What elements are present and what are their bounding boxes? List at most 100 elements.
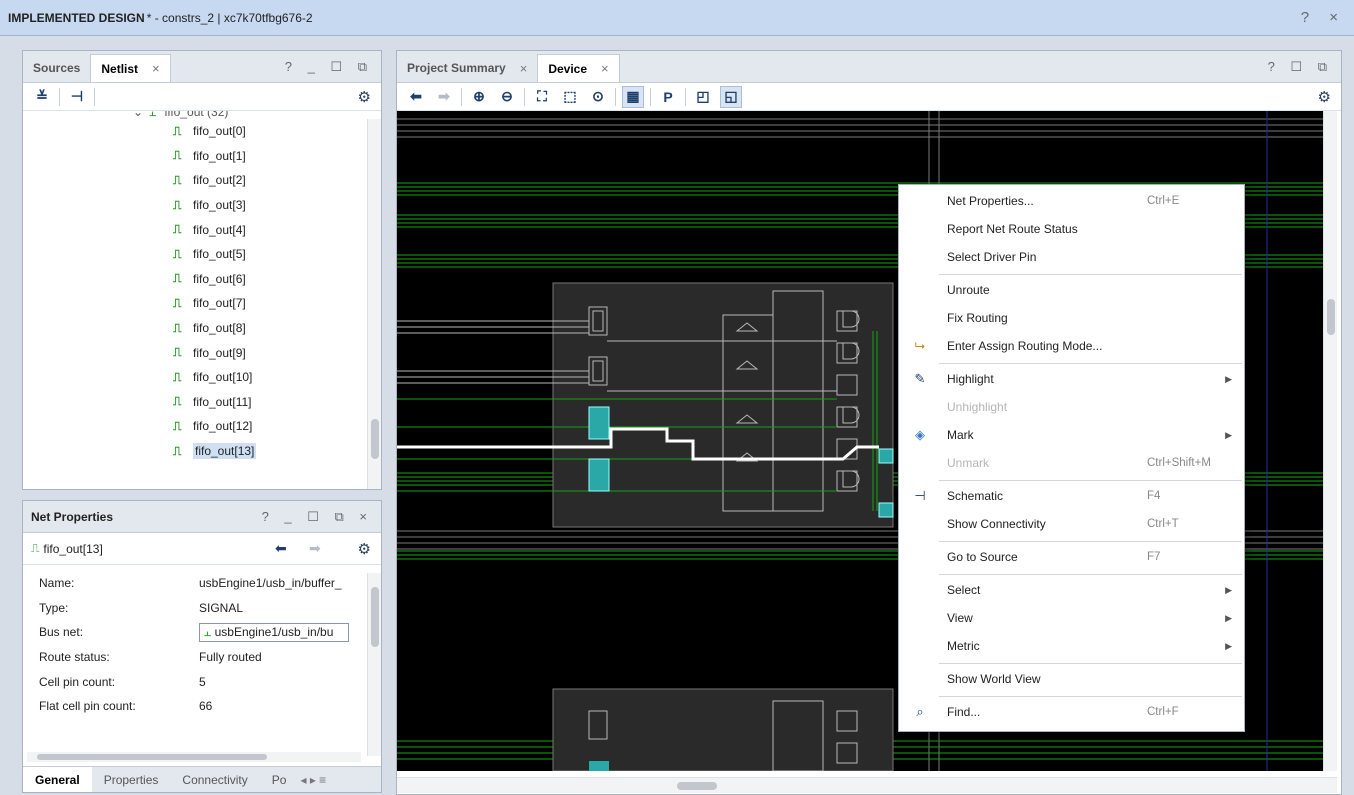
tab-general[interactable]: General: [23, 767, 92, 792]
tree-net-item[interactable]: ⎍ fifo_out[10]: [23, 365, 365, 390]
tab-device[interactable]: Device ×: [537, 54, 620, 82]
netlist-scrollbar[interactable]: [367, 119, 381, 489]
net-label: fifo_out[8]: [193, 321, 246, 336]
routing-resources-icon[interactable]: ▦: [622, 85, 644, 108]
canvas-vscroll[interactable]: [1323, 111, 1337, 771]
net-icon: ⎍: [173, 345, 182, 360]
menu-item[interactable]: Fix Routing: [899, 306, 1244, 330]
tree-net-item[interactable]: ⎍ fifo_out[1]: [23, 144, 365, 169]
zoom-out-icon[interactable]: ⊖: [496, 86, 518, 108]
tree-net-item[interactable]: ⎍ fifo_out[0]: [23, 119, 365, 144]
scroll-thumb[interactable]: [371, 587, 379, 647]
tab-more[interactable]: Po: [260, 767, 299, 792]
scroll-thumb[interactable]: [1327, 299, 1335, 335]
menu-item[interactable]: ✎ Highlight ▶: [899, 367, 1244, 391]
schematic-icon[interactable]: ⊣: [66, 86, 88, 108]
menu-item-label: Highlight: [947, 372, 994, 386]
tab-sources[interactable]: Sources: [23, 54, 90, 82]
tree-net-item[interactable]: ⎍ fifo_out[5]: [23, 242, 365, 267]
menu-item[interactable]: ◈ Mark ▶: [899, 423, 1244, 447]
tree-net-item[interactable]: ⎍ fifo_out[3]: [23, 193, 365, 218]
device-view-icon[interactable]: ◰: [692, 86, 714, 108]
menu-item[interactable]: Metric ▶: [899, 634, 1244, 658]
tab-properties[interactable]: Properties: [92, 767, 171, 792]
gear-icon[interactable]: ⚙: [358, 540, 371, 558]
canvas-hscroll[interactable]: [397, 777, 1337, 793]
net-label: fifo_out[12]: [193, 419, 253, 434]
back-arrow-icon[interactable]: ⬅: [405, 86, 427, 108]
menu-item[interactable]: Select Driver Pin: [899, 245, 1244, 269]
menu-item-label: Mark: [947, 428, 974, 442]
autofit-icon[interactable]: ⊙: [587, 86, 609, 108]
net-label: fifo_out[3]: [193, 198, 246, 213]
menu-item[interactable]: Report Net Route Status: [899, 217, 1244, 241]
zoom-area-icon[interactable]: ⬚: [559, 86, 581, 108]
scroll-thumb[interactable]: [677, 782, 717, 790]
scroll-thumb[interactable]: [371, 419, 379, 459]
select-area-icon[interactable]: ◱: [720, 85, 742, 108]
netlist-window-controls[interactable]: ? _ ☐ ⧉: [285, 59, 373, 75]
properties-window-controls[interactable]: ? _ ☐ ⧉ ×: [262, 509, 373, 525]
menu-item[interactable]: ⮡ Enter Assign Routing Mode...: [899, 334, 1244, 358]
menu-item[interactable]: Show World View: [899, 667, 1244, 691]
menu-item-label: Unhighlight: [947, 400, 1008, 414]
tree-net-item[interactable]: ⎍ fifo_out[13]: [23, 439, 365, 464]
tab-project-summary[interactable]: Project Summary ×: [397, 54, 537, 82]
properties-scrollbar[interactable]: [367, 573, 381, 756]
tree-bus-node[interactable]: ⌄ ⫠ fifo_out (32): [23, 111, 365, 119]
forward-arrow-icon[interactable]: ➡: [309, 540, 321, 557]
close-icon[interactable]: ×: [601, 61, 609, 76]
scroll-thumb[interactable]: [37, 754, 267, 760]
net-name: fifo_out[13]: [43, 541, 103, 556]
add-pblock-icon[interactable]: P: [657, 86, 679, 108]
netlist-tree: ⌄ ⫠ fifo_out (32) ⎍ fifo_out[0] ⎍ fifo_out[…: [23, 111, 365, 489]
tab-connectivity[interactable]: Connectivity: [170, 767, 259, 792]
menu-separator: [939, 574, 1242, 575]
menu-item[interactable]: Go to Source F7: [899, 545, 1244, 569]
tree-net-item[interactable]: ⎍ fifo_out[9]: [23, 340, 365, 365]
title-controls[interactable]: ? ×: [1301, 9, 1346, 26]
menu-item[interactable]: ⊣ Schematic F4: [899, 484, 1244, 508]
gear-icon[interactable]: ⚙: [358, 88, 371, 106]
back-arrow-icon[interactable]: ⬅: [275, 540, 287, 557]
zoom-fit-icon[interactable]: ⛶: [531, 86, 553, 108]
menu-item-label: Unmark: [947, 456, 990, 470]
menu-item[interactable]: Net Properties... Ctrl+E: [899, 189, 1244, 213]
tree-net-item[interactable]: ⎍ fifo_out[7]: [23, 291, 365, 316]
menu-item[interactable]: ⌕ Find... Ctrl+F: [899, 700, 1244, 724]
tree-net-item[interactable]: ⎍ fifo_out[2]: [23, 168, 365, 193]
tree-net-item[interactable]: ⎍ fifo_out[8]: [23, 316, 365, 341]
forward-arrow-icon[interactable]: ➡: [433, 86, 455, 108]
menu-item[interactable]: Select ▶: [899, 578, 1244, 602]
highlight-icon: ✎: [914, 371, 926, 386]
menu-item-shortcut: F7: [1147, 551, 1161, 563]
tab-scroll-arrows-icon[interactable]: ◂ ▸ ≡: [300, 773, 326, 787]
collapse-all-icon[interactable]: ≚: [31, 86, 53, 108]
close-icon[interactable]: ×: [152, 61, 160, 76]
zoom-in-icon[interactable]: ⊕: [468, 86, 490, 108]
property-row: Cell pin count: 5: [39, 674, 206, 689]
properties-hscroll[interactable]: [27, 752, 361, 762]
net-icon: ⎍: [173, 197, 182, 212]
close-icon[interactable]: ×: [520, 61, 528, 76]
menu-item[interactable]: View ▶: [899, 606, 1244, 630]
menu-item-label: Go to Source: [947, 550, 1018, 564]
tree-net-item[interactable]: ⎍ fifo_out[11]: [23, 390, 365, 415]
menu-item-shortcut: Ctrl+T: [1147, 518, 1179, 530]
gear-icon[interactable]: ⚙: [1318, 88, 1331, 106]
property-row: Flat cell pin count: 66: [39, 699, 213, 714]
tree-net-item[interactable]: ⎍ fifo_out[4]: [23, 217, 365, 242]
menu-item-label: Show Connectivity: [947, 517, 1046, 531]
device-window-controls[interactable]: ? ☐ ⧉: [1268, 59, 1333, 75]
menu-item[interactable]: Unroute: [899, 278, 1244, 302]
property-row: Type: SIGNAL: [39, 600, 244, 615]
bus-net-link[interactable]: ⫠ usbEngine1/usb_in/bu: [199, 622, 349, 642]
menu-item-shortcut: Ctrl+F: [1147, 706, 1179, 718]
submenu-arrow-icon: ▶: [1225, 640, 1232, 651]
menu-item[interactable]: Show Connectivity Ctrl+T: [899, 512, 1244, 536]
chevron-down-icon[interactable]: ⌄: [133, 111, 143, 119]
net-label: fifo_out[5]: [193, 247, 246, 262]
tab-netlist[interactable]: Netlist ×: [90, 54, 171, 82]
tree-net-item[interactable]: ⎍ fifo_out[12]: [23, 414, 365, 439]
tree-net-item[interactable]: ⎍ fifo_out[6]: [23, 267, 365, 292]
